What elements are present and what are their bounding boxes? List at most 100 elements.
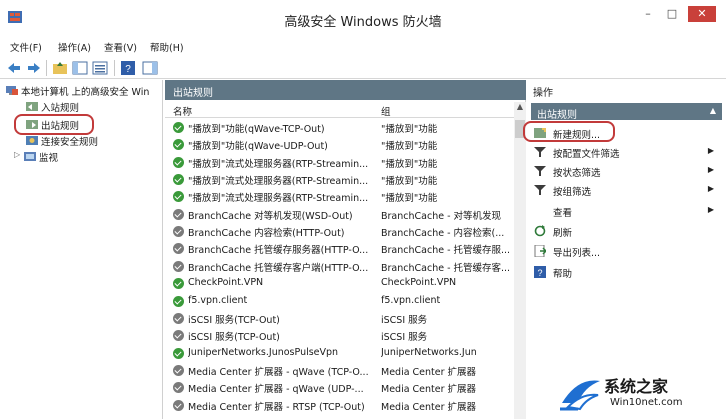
rule-name: iSCSI 服务(TCP-Out) (188, 332, 280, 344)
action-item[interactable]: 按状态筛选 ▶ (531, 162, 722, 180)
disabled-rule-icon (173, 399, 184, 411)
filter-icon (534, 147, 546, 157)
rule-name: BranchCache 托管缓存客户端(HTTP-O... (188, 262, 369, 274)
rule-name: "播放到"流式处理服务器(RTP-Streamin... (188, 176, 369, 188)
action-item[interactable]: 按组筛选 ▶ (531, 181, 722, 199)
tree-item-monitoring[interactable]: ▷ 监视 (14, 150, 154, 164)
table-row[interactable]: "播放到"流式处理服务器(RTP-Streamin... "播放到"功能 (165, 171, 514, 188)
connection-security-icon (26, 136, 38, 145)
enabled-rule-icon (173, 295, 184, 307)
enabled-rule-icon (173, 156, 184, 168)
watermark-title: 系统之家 (604, 377, 669, 396)
rule-group: JuniperNetworks.Jun (381, 346, 477, 358)
watermark-url: Win10net.com (610, 397, 683, 408)
forward-arrow-icon[interactable] (26, 60, 42, 76)
action-item[interactable]: ? 帮助 (531, 263, 722, 281)
watermark: 系统之家 Win10net.com (558, 371, 726, 419)
expand-arrow-icon[interactable]: ▷ (14, 150, 20, 159)
table-row[interactable]: "播放到"功能(qWave-UDP-Out) "播放到"功能 (165, 136, 514, 153)
vertical-scrollbar[interactable]: ▲ (514, 102, 526, 419)
list-view-icon[interactable] (92, 60, 108, 76)
inbound-rules-icon (26, 102, 38, 111)
collapse-caret-icon[interactable]: ▲ (710, 106, 716, 115)
action-item[interactable]: 导出列表... (531, 242, 722, 260)
menu-action[interactable]: 操作(A) (58, 40, 91, 54)
enabled-rule-icon (173, 139, 184, 151)
rule-name: "播放到"流式处理服务器(RTP-Streamin... (188, 158, 369, 170)
menu-view[interactable]: 查看(V) (104, 40, 137, 54)
table-row[interactable]: iSCSI 服务(TCP-Out) iSCSI 服务 (165, 310, 514, 327)
rule-group: BranchCache - 内容检索(... (381, 228, 505, 240)
column-header-name[interactable]: 名称 (173, 104, 192, 118)
rule-group: "播放到"功能 (381, 124, 438, 135)
table-row[interactable]: iSCSI 服务(TCP-Out) iSCSI 服务 (165, 327, 514, 344)
minimize-button[interactable]: – (638, 6, 658, 22)
maximize-button[interactable]: □ (662, 6, 682, 22)
menu-file[interactable]: 文件(F) (10, 40, 42, 54)
rule-group: Media Center 扩展器 (381, 366, 477, 378)
scroll-up-arrow-icon[interactable]: ▲ (514, 102, 526, 114)
rule-name: JuniperNetworks.JunosPulseVpn (188, 346, 339, 358)
action-item[interactable]: 查看 ▶ (531, 202, 722, 220)
table-row[interactable]: "播放到"流式处理服务器(RTP-Streamin... "播放到"功能 (165, 154, 514, 171)
window-title: 高级安全 Windows 防火墙 (284, 15, 442, 30)
table-row[interactable]: BranchCache 内容检索(HTTP-Out) BranchCache - … (165, 223, 514, 240)
table-row[interactable]: "播放到"功能(qWave-TCP-Out) "播放到"功能 (165, 119, 514, 136)
highlight-ring (523, 121, 615, 142)
rule-group: "播放到"功能 (381, 176, 438, 188)
console-tree: 本地计算机 上的高级安全 Win 入站规则 出站规则 连接安全规则 ▷ 监视 (0, 80, 163, 419)
tree-item-connection-security-rules[interactable]: 连接安全规则 (26, 134, 156, 148)
rule-group: f5.vpn.client (381, 294, 441, 306)
rule-name: Media Center 扩展器 - RTSP (TCP-Out) (188, 401, 365, 413)
column-header-group[interactable]: 组 (381, 104, 391, 118)
action-pane-icon[interactable] (142, 60, 158, 76)
table-row[interactable]: BranchCache 托管缓存客户端(HTTP-O... BranchCache… (165, 258, 514, 275)
watermark-logo-icon (560, 380, 600, 411)
table-row[interactable]: Media Center 扩展器 - qWave (UDP-... Media C… (165, 379, 514, 396)
filter-icon (534, 185, 546, 195)
refresh-icon (534, 225, 546, 237)
disabled-rule-icon (173, 226, 184, 238)
rule-name: "播放到"流式处理服务器(RTP-Streamin... (188, 193, 369, 205)
up-folder-icon[interactable] (52, 60, 68, 76)
back-arrow-icon[interactable] (6, 60, 22, 76)
action-item[interactable]: 刷新 (531, 222, 722, 240)
show-hide-tree-icon[interactable] (72, 60, 88, 76)
table-row[interactable]: BranchCache 托管缓存服务器(HTTP-O... BranchCache… (165, 240, 514, 257)
table-row[interactable]: JuniperNetworks.JunosPulseVpn JuniperNetw… (165, 345, 514, 362)
rule-name: f5.vpn.client (188, 294, 248, 306)
toolbar: ? (0, 57, 726, 79)
table-row[interactable]: Media Center 扩展器 - RTSP (TCP-Out) Media C… (165, 397, 514, 414)
menu-help[interactable]: 帮助(H) (150, 40, 184, 54)
enabled-rule-icon (173, 347, 184, 359)
highlight-ring (14, 114, 94, 135)
table-row[interactable]: CheckPoint.VPN CheckPoint.VPN (165, 275, 514, 292)
help-icon[interactable]: ? (120, 60, 136, 76)
table-row[interactable]: Media Center 扩展器 - qWave (TCP-O... Media … (165, 362, 514, 379)
disabled-rule-icon (173, 312, 184, 324)
rule-name: iSCSI 服务(TCP-Out) (188, 314, 280, 326)
action-label: 按配置文件筛选 (553, 149, 620, 160)
tree-item-inbound-rules[interactable]: 入站规则 (26, 100, 156, 114)
rule-name: BranchCache 对等机发现(WSD-Out) (188, 210, 353, 222)
actions-section-header[interactable]: 出站规则 ▲ (531, 103, 722, 121)
disabled-rule-icon (173, 382, 184, 394)
tree-item-root[interactable]: 本地计算机 上的高级安全 Win (6, 84, 164, 98)
rule-name: "播放到"功能(qWave-TCP-Out) (188, 124, 325, 135)
table-row[interactable]: BranchCache 对等机发现(WSD-Out) BranchCache - … (165, 206, 514, 223)
table-row[interactable]: f5.vpn.client f5.vpn.client (165, 293, 514, 310)
close-button[interactable]: ✕ (688, 6, 716, 22)
submenu-arrow-icon: ▶ (707, 184, 714, 193)
rule-group: BranchCache - 托管缓存服... (381, 245, 511, 257)
table-row[interactable]: "播放到"流式处理服务器(RTP-Streamin... "播放到"功能 (165, 188, 514, 205)
enabled-rule-icon (173, 278, 184, 290)
rule-name: Media Center 扩展器 - qWave (TCP-O... (188, 366, 369, 378)
action-item[interactable]: 按配置文件筛选 ▶ (531, 143, 722, 161)
disabled-rule-icon (173, 364, 184, 376)
disabled-rule-icon (173, 208, 184, 220)
action-label: 按组筛选 (553, 187, 592, 198)
column-header-row: 名称 组 (165, 102, 526, 118)
action-label: 刷新 (553, 228, 573, 239)
export-list-icon (534, 245, 546, 257)
enabled-rule-icon (173, 122, 184, 133)
